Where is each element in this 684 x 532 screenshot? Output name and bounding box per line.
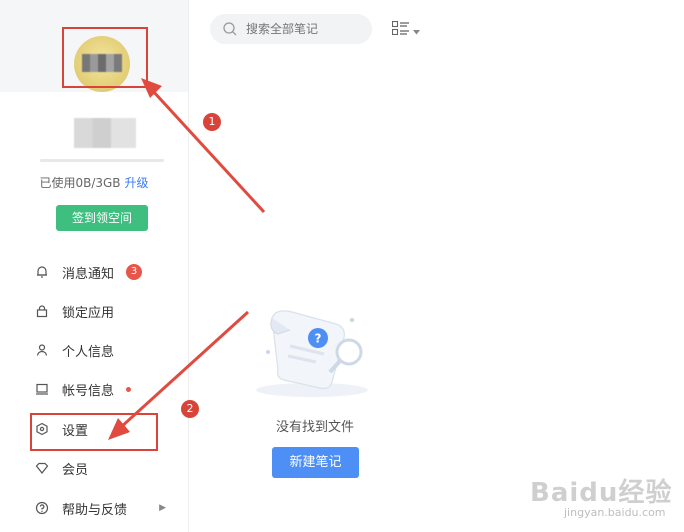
svg-text:?: ? bbox=[315, 332, 322, 346]
watermark-url: jingyan.baidu.com bbox=[564, 506, 666, 519]
view-mode-toggle[interactable] bbox=[391, 20, 422, 39]
upgrade-link[interactable]: 升级 bbox=[125, 176, 149, 190]
sidebar-item-personal-info[interactable]: 个人信息 bbox=[34, 338, 184, 362]
diamond-icon bbox=[34, 460, 50, 476]
sidebar-item-label: 锁定应用 bbox=[62, 305, 115, 321]
monitor-icon bbox=[34, 381, 50, 397]
empty-state-message: 没有找到文件 bbox=[275, 420, 354, 435]
notification-count-badge: 3 bbox=[126, 264, 143, 280]
list-view-icon bbox=[391, 20, 410, 39]
search-icon bbox=[222, 21, 238, 37]
annotation-box-avatar bbox=[62, 27, 148, 88]
sidebar-item-lock-app[interactable]: 锁定应用 bbox=[34, 299, 184, 323]
new-note-button[interactable]: 新建笔记 bbox=[272, 447, 359, 478]
checkin-button[interactable]: 签到领空间 bbox=[56, 205, 148, 231]
search-bar[interactable] bbox=[210, 14, 372, 44]
search-input[interactable] bbox=[244, 21, 368, 37]
annotation-step-badge-2: 2 bbox=[181, 400, 199, 418]
bell-icon bbox=[34, 264, 50, 280]
watermark-logo-text: Baidu经验 bbox=[530, 478, 673, 508]
storage-usage: 已使用0B/3GB 升级 bbox=[0, 174, 188, 191]
annotation-step-badge-1: 1 bbox=[203, 113, 221, 131]
sidebar: 已使用0B/3GB 升级 签到领空间 消息通知 3 锁定应用 个人信息 帐号信息 … bbox=[0, 0, 189, 532]
sidebar-item-help-feedback[interactable]: 帮助与反馈 ▶ bbox=[34, 496, 184, 520]
help-icon bbox=[34, 500, 50, 516]
chevron-down-icon bbox=[413, 20, 420, 39]
sidebar-item-label: 帮助与反馈 bbox=[62, 502, 128, 518]
sidebar-item-account-info[interactable]: 帐号信息 bbox=[34, 377, 184, 401]
user-icon bbox=[34, 342, 50, 358]
sidebar-item-label: 帐号信息 bbox=[62, 383, 115, 399]
storage-progress-bar bbox=[40, 159, 164, 162]
storage-usage-label: 已使用0B/3GB bbox=[39, 176, 121, 190]
sidebar-item-label: 会员 bbox=[62, 462, 89, 478]
caret-right-icon: ▶ bbox=[159, 503, 166, 513]
unread-dot bbox=[126, 386, 132, 392]
sidebar-item-membership[interactable]: 会员 bbox=[34, 456, 184, 480]
empty-state-illustration: ? bbox=[250, 290, 380, 400]
sidebar-item-notifications[interactable]: 消息通知 3 bbox=[34, 260, 184, 284]
annotation-box-settings bbox=[30, 413, 158, 451]
baidu-watermark: Baidu经验 jingyan.baidu.com bbox=[520, 472, 680, 528]
sidebar-item-label: 消息通知 bbox=[62, 266, 115, 282]
sidebar-item-label: 个人信息 bbox=[62, 344, 115, 360]
lock-icon bbox=[34, 303, 50, 319]
username-redacted bbox=[74, 118, 136, 148]
